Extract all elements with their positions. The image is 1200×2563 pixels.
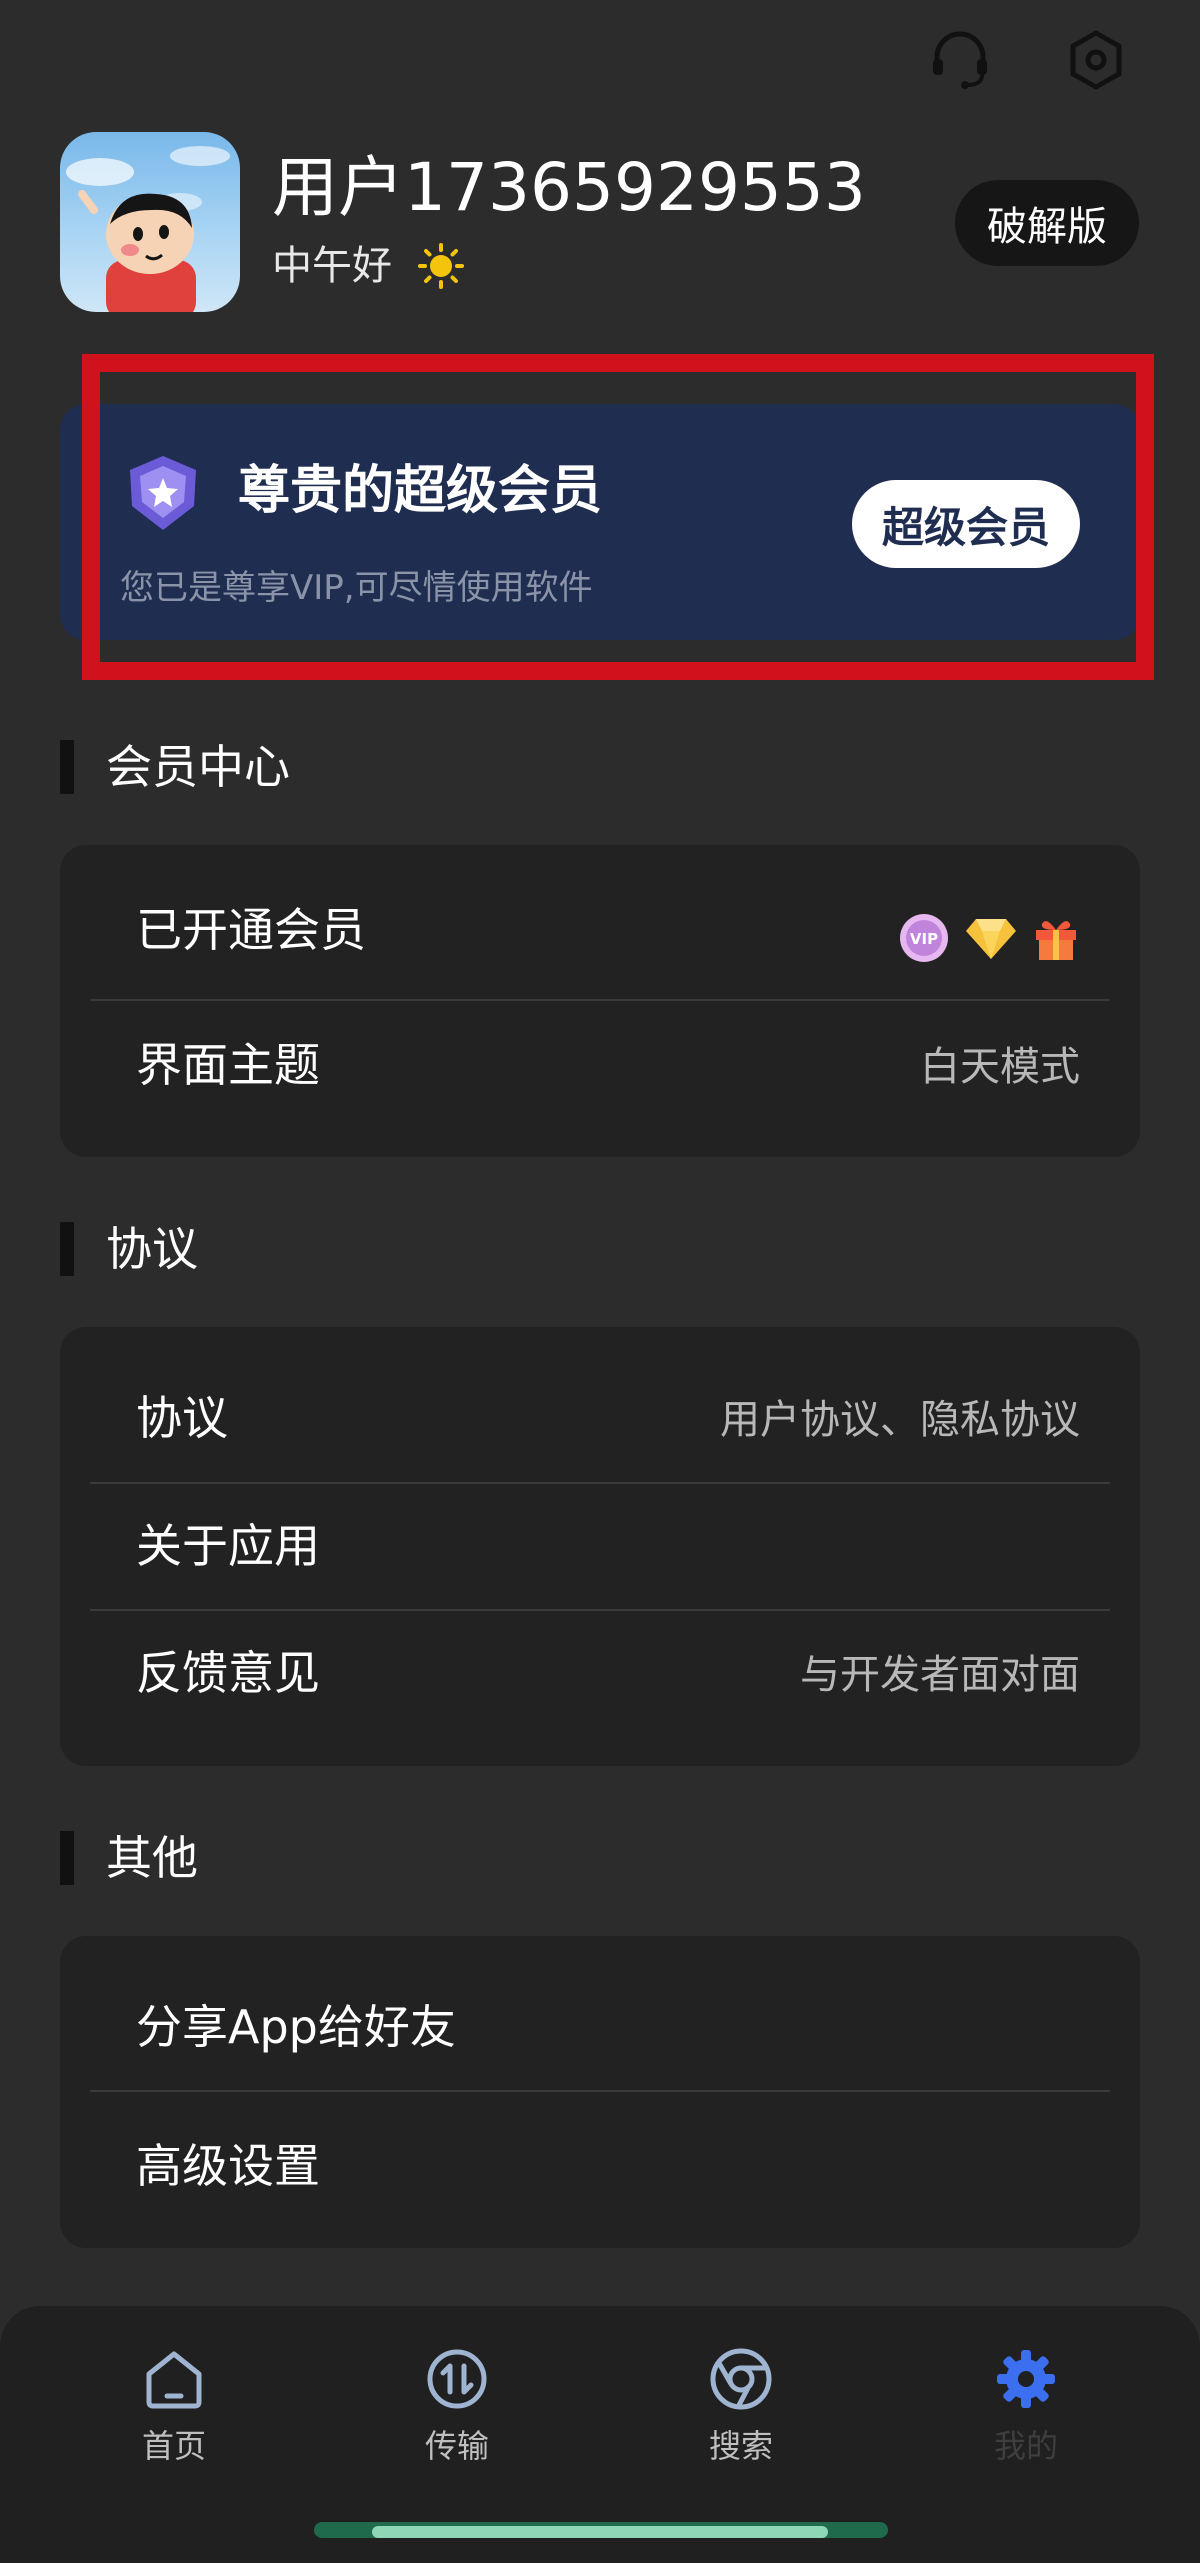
section-marker — [60, 740, 74, 794]
vip-badge-icon: VIP — [900, 914, 948, 962]
nav-item-search[interactable]: 搜索 — [641, 2346, 841, 2466]
row-value: 用户协议、隐私协议 — [720, 1397, 1080, 1443]
headset-icon — [933, 31, 987, 89]
row-share[interactable]: 分享App给好友 — [90, 1951, 1110, 2091]
section-marker — [60, 1831, 74, 1885]
hex-settings-icon — [1070, 30, 1122, 90]
home-icon — [146, 2351, 202, 2409]
greeting-text: 中午好 — [272, 243, 392, 289]
home-indicator[interactable] — [372, 2526, 828, 2538]
crack-version-button[interactable]: 破解版 — [955, 180, 1139, 266]
row-value: 与开发者面对面 — [800, 1652, 1080, 1698]
row-label: 关于应用 — [136, 1519, 320, 1573]
avatar-illustration — [66, 146, 230, 312]
nav-item-mine[interactable]: 我的 — [926, 2346, 1126, 2466]
greeting: 中午好 — [272, 240, 464, 292]
browser-icon — [710, 2348, 772, 2410]
nav-label: 传输 — [424, 2427, 489, 2465]
row-advanced-settings[interactable]: 高级设置 — [90, 2092, 1110, 2222]
section-title-agreement: 协议 — [106, 1222, 198, 1276]
nav-item-home[interactable]: 首页 — [74, 2346, 274, 2466]
nav-item-transfer[interactable]: 传输 — [357, 2346, 557, 2466]
row-label: 分享App给好友 — [136, 2000, 456, 2054]
gift-icon — [1036, 921, 1076, 960]
row-label: 界面主题 — [136, 1038, 320, 1092]
row-feedback[interactable]: 反馈意见 与开发者面对面 — [90, 1611, 1110, 1741]
gear-icon — [997, 2350, 1055, 2408]
row-agreement[interactable]: 协议 用户协议、隐私协议 — [90, 1342, 1110, 1482]
nav-label: 搜索 — [708, 2427, 773, 2465]
row-membership-status[interactable]: 已开通会员 VIP — [90, 860, 1110, 1000]
sun-icon — [418, 243, 464, 289]
avatar[interactable] — [60, 132, 240, 312]
member-badges: VIP — [898, 912, 1080, 964]
username: 用户17365929553 — [272, 149, 866, 226]
row-value: 白天模式 — [920, 1044, 1080, 1090]
support-button[interactable] — [922, 22, 998, 98]
highlight-box — [82, 354, 1154, 680]
svg-text:VIP: VIP — [910, 930, 938, 948]
diamond-icon — [966, 919, 1016, 959]
section-title-membership: 会员中心 — [106, 740, 290, 794]
nav-label: 首页 — [141, 2427, 206, 2465]
row-about[interactable]: 关于应用 — [90, 1484, 1110, 1610]
section-marker — [60, 1222, 74, 1276]
nav-label: 我的 — [993, 2427, 1058, 2465]
section-title-other: 其他 — [106, 1831, 198, 1885]
row-theme[interactable]: 界面主题 白天模式 — [90, 1001, 1110, 1131]
row-label: 已开通会员 — [136, 903, 366, 957]
row-label: 协议 — [136, 1391, 228, 1445]
settings-button[interactable] — [1058, 22, 1134, 98]
row-label: 高级设置 — [136, 2139, 320, 2193]
row-label: 反馈意见 — [136, 1646, 320, 1700]
transfer-icon — [427, 2349, 487, 2409]
